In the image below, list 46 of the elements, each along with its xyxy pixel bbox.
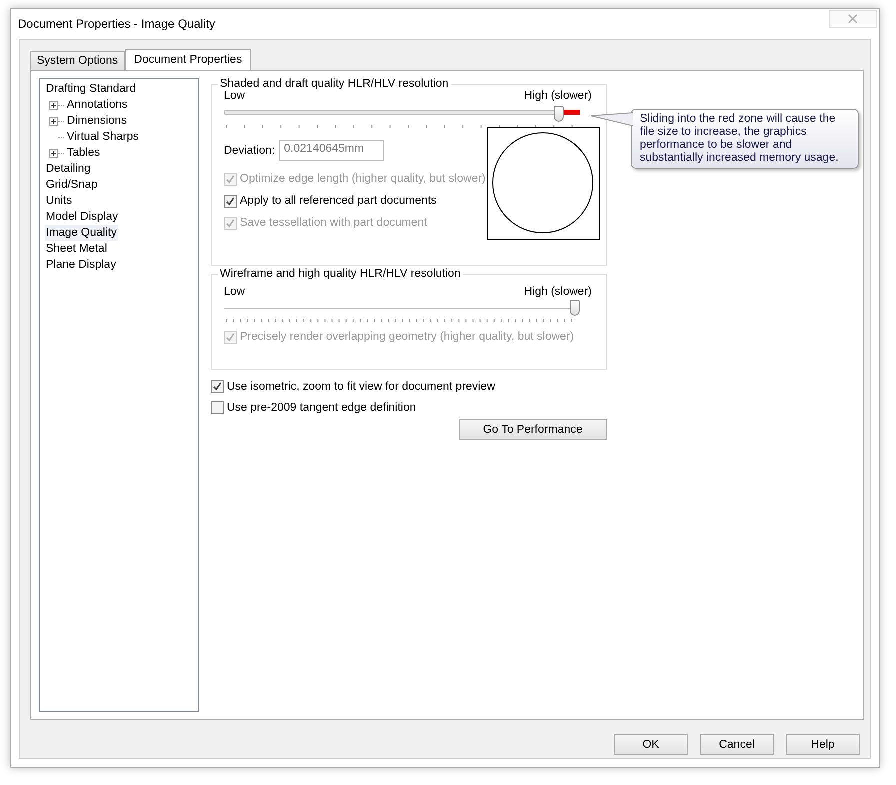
tree-item[interactable]: Dimensions xyxy=(66,113,128,129)
close-button[interactable] xyxy=(829,10,877,28)
dialog-button[interactable]: OK xyxy=(614,734,688,755)
tab[interactable]: System Options xyxy=(30,51,126,70)
checkbox-label: Save tessellation with part document xyxy=(240,217,428,229)
deviation-label: Deviation: xyxy=(224,144,276,156)
resolution-slider[interactable] xyxy=(224,298,580,318)
slider-label: High (slower) xyxy=(524,90,592,104)
tree-item[interactable]: Plane Display xyxy=(45,257,118,273)
tree-item[interactable]: Grid/Snap xyxy=(45,177,99,193)
checkbox-label: Use isometric, zoom to fit view for document preview xyxy=(227,380,496,392)
dialog-button[interactable]: Help xyxy=(786,734,860,755)
tree-item[interactable]: Image Quality xyxy=(45,225,118,241)
checkbox[interactable] xyxy=(211,380,224,393)
go-to-performance-button[interactable]: Go To Performance xyxy=(459,419,607,440)
slider-label: Low xyxy=(224,90,246,104)
expand-icon[interactable] xyxy=(49,100,58,110)
tree-item[interactable]: Detailing xyxy=(45,161,92,177)
checkbox[interactable] xyxy=(224,194,237,208)
dialog-button[interactable]: Cancel xyxy=(700,734,774,755)
expand-icon[interactable] xyxy=(49,116,58,126)
window-title: Document Properties - Image Quality xyxy=(18,17,216,31)
checkbox-label: Precisely render overlapping geometry (higher quality, but slower) xyxy=(240,331,574,343)
slider-label: High (slower) xyxy=(524,286,592,298)
tree-item[interactable]: Units xyxy=(45,193,74,209)
tooltip-text: Sliding into the red zone will cause the file size to increase, the graphics performance to be slower and substantially increased memory usage. xyxy=(640,113,840,165)
close-icon xyxy=(848,14,858,24)
tab[interactable]: Document Properties xyxy=(125,49,252,70)
tree-item[interactable]: Annotations xyxy=(66,97,129,113)
slider-label: Low xyxy=(224,286,246,298)
deviation-field[interactable]: 0.02140645mm xyxy=(279,140,384,161)
group-title: Wireframe and high quality HLR/HLV resolution xyxy=(219,268,462,280)
checkbox-label: Use pre-2009 tangent edge definition xyxy=(227,402,416,414)
tree-item[interactable]: Tables xyxy=(66,145,102,161)
checkbox-label: Apply to all referenced part documents xyxy=(240,195,437,207)
tree-item[interactable]: Virtual Sharps xyxy=(66,129,140,145)
checkbox-label: Optimize edge length (higher quality, but slower) xyxy=(240,173,486,185)
tree-item[interactable]: Drafting Standard xyxy=(45,81,138,97)
resolution-slider[interactable] xyxy=(224,104,580,124)
slider-thumb[interactable] xyxy=(554,106,564,122)
group-title: Shaded and draft quality HLR/HLV resolution xyxy=(219,78,450,90)
slider-thumb[interactable] xyxy=(570,300,580,316)
tree-item[interactable]: Model Display xyxy=(45,209,120,225)
tree-item[interactable]: Sheet Metal xyxy=(45,241,108,257)
expand-icon[interactable] xyxy=(49,148,58,158)
checkbox[interactable] xyxy=(211,401,224,414)
